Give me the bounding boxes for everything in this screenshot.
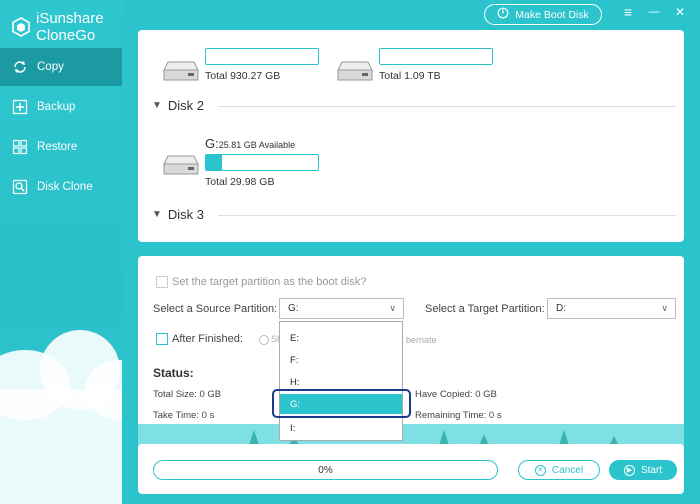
status-remaining-time: Remaining Time: 0 s	[415, 410, 502, 421]
partition-total: Total 1.09 TB	[379, 70, 441, 82]
play-icon: ▶	[623, 464, 635, 476]
cancel-label: Cancel	[551, 464, 584, 476]
dropdown-option-e[interactable]: E:	[280, 328, 402, 348]
dropdown-option-f[interactable]: F:	[280, 350, 402, 370]
progress-text: 0%	[318, 464, 333, 476]
status-total-size: Total Size: 0 GB	[153, 389, 222, 400]
partition-total: Total 930.27 GB	[205, 70, 281, 82]
logo-icon	[12, 17, 30, 37]
status-take-time: Take Time: 0 s	[153, 410, 215, 421]
chevron-down-icon: ∨	[389, 303, 396, 313]
divider	[218, 215, 676, 216]
app-logo: iSunshare CloneGo	[12, 10, 104, 44]
target-partition-select[interactable]: D: ∨	[547, 298, 676, 319]
backup-icon	[12, 99, 28, 115]
status-title: Status:	[153, 366, 194, 380]
source-partition-label: Select a Source Partition:	[153, 303, 278, 315]
chevron-down-icon: ▼	[152, 209, 162, 220]
disk-panel: Total 930.27 GB Total 1.09 TB ▼ Disk 2 G…	[138, 30, 684, 242]
cancel-icon: ✕	[534, 464, 546, 476]
chevron-down-icon: ∨	[661, 303, 668, 313]
partition-usage-bar	[205, 48, 319, 65]
sidebar-item-label: Disk Clone	[37, 181, 93, 193]
app-name-line2: CloneGo	[36, 27, 96, 44]
source-partition-dropdown: E: F: H: G: I:	[279, 321, 403, 441]
disk3-title: Disk 3	[167, 207, 205, 222]
partition-disk2-g[interactable]: G:25.81 GB Available Total 29.98 GB	[162, 136, 319, 188]
status-have-copied: Have Copied: 0 GB	[415, 389, 497, 400]
partition-letter: G:25.81 GB Available	[205, 136, 319, 151]
sidebar-item-backup[interactable]: Backup	[0, 88, 122, 126]
radio-icon	[259, 334, 269, 345]
sidebar-item-copy[interactable]: Copy	[0, 48, 122, 86]
boot-disk-icon	[497, 7, 509, 22]
target-partition-value: D:	[556, 303, 566, 314]
hard-drive-icon	[163, 155, 199, 175]
disk-clone-icon	[12, 179, 28, 195]
partition-usage-bar	[379, 48, 493, 65]
make-boot-disk-button[interactable]: Make Boot Disk	[484, 4, 602, 25]
after-finished-label: After Finished:	[172, 333, 243, 345]
divider	[218, 106, 676, 107]
options-panel: Set the target partition as the boot dis…	[138, 256, 684, 428]
app-name-line1: iSunshare	[36, 10, 104, 27]
disk2-title: Disk 2	[167, 98, 205, 113]
copy-icon	[12, 59, 28, 75]
minimize-icon[interactable]: —	[646, 5, 662, 19]
close-icon[interactable]: ✕	[672, 5, 688, 19]
hard-drive-icon	[163, 61, 199, 81]
partition-letter-text: G:	[205, 136, 219, 151]
sidebar-item-disk-clone[interactable]: Disk Clone	[0, 168, 122, 206]
dropdown-option-i[interactable]: I:	[280, 418, 402, 438]
disk3-header[interactable]: ▼ Disk 3	[152, 207, 204, 222]
sidebar-item-label: Backup	[37, 101, 76, 113]
after-option-hibernate[interactable]: bernate	[406, 335, 437, 345]
top-bar: Make Boot Disk ≡ — ✕	[122, 0, 700, 30]
partition-total: Total 29.98 GB	[205, 176, 275, 188]
sidebar-item-label: Restore	[37, 141, 78, 153]
sidebar-nav: Copy Backup Restore Disk Clone	[0, 48, 122, 208]
start-label: Start	[640, 464, 663, 476]
sidebar-item-restore[interactable]: Restore	[0, 128, 122, 166]
source-partition-value: G:	[288, 303, 299, 314]
partition-disk1-2[interactable]: Total 1.09 TB	[336, 48, 493, 82]
partition-available: 25.81 GB Available	[218, 140, 296, 150]
progress-bar: 0%	[153, 460, 498, 480]
chevron-down-icon: ▼	[152, 100, 162, 111]
after-finished-checkbox[interactable]	[156, 333, 168, 346]
disk2-header[interactable]: ▼ Disk 2	[152, 98, 204, 113]
boot-disk-label: Set the target partition as the boot dis…	[172, 276, 367, 288]
restore-icon	[12, 139, 28, 155]
menu-icon[interactable]: ≡	[620, 5, 636, 19]
source-partition-select[interactable]: G: ∨	[279, 298, 404, 319]
selection-highlight	[272, 389, 411, 418]
hard-drive-icon	[337, 61, 373, 81]
sidebar: iSunshare CloneGo Copy Backup Restore Di…	[0, 0, 122, 504]
target-partition-label: Select a Target Partition:	[425, 303, 545, 315]
partition-disk1-1[interactable]: Total 930.27 GB	[162, 48, 319, 82]
boot-disk-checkbox[interactable]	[156, 276, 168, 289]
after-finished-option[interactable]: After Finished:	[156, 333, 243, 346]
make-boot-disk-label: Make Boot Disk	[515, 8, 589, 21]
partition-usage-bar	[205, 154, 319, 171]
cancel-button[interactable]: ✕ Cancel	[518, 460, 600, 480]
sidebar-item-label: Copy	[37, 61, 64, 73]
start-button[interactable]: ▶ Start	[609, 460, 677, 480]
boot-disk-option[interactable]: Set the target partition as the boot dis…	[156, 276, 367, 289]
